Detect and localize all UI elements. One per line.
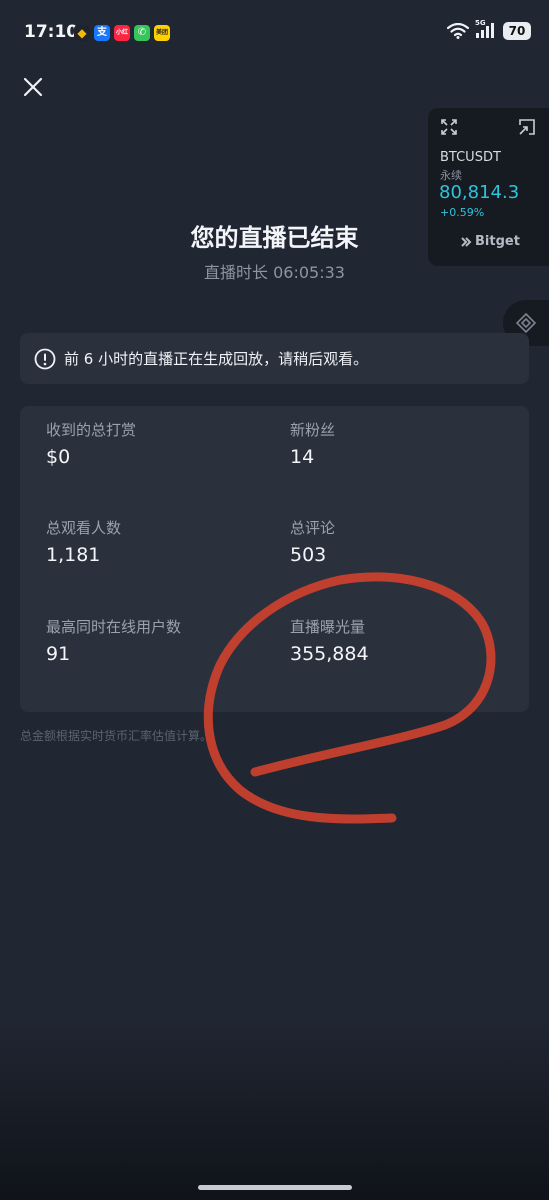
stat-label: 总观看人数 (46, 519, 122, 537)
stat-label: 总评论 (290, 519, 336, 537)
notification-icons: ◆ 支 小红书 ✆ 美团 (74, 25, 170, 41)
picture-in-picture-icon[interactable] (518, 118, 536, 136)
stat-value: $0 (46, 446, 71, 468)
expand-icon[interactable] (440, 118, 458, 136)
binance-diamond-icon (515, 312, 537, 334)
status-bar: 17:10 ◆ 支 小红书 ✆ 美团 5G 70 (0, 0, 549, 68)
system-icons: 5G 70 (447, 19, 531, 40)
stat-value: 14 (290, 446, 315, 468)
stat-value: 355,884 (290, 643, 369, 665)
ticker-symbol: BTCUSDT (440, 150, 501, 165)
info-icon (34, 348, 56, 369)
stat-label: 最高同时在线用户数 (46, 618, 182, 636)
close-button[interactable] (18, 72, 48, 102)
home-indicator[interactable] (198, 1185, 352, 1190)
currency-footnote: 总金额根据实时货币汇率估值计算。 (20, 729, 213, 743)
stat-value: 1,181 (46, 544, 101, 566)
ticker-price: 80,814.3 (439, 182, 520, 203)
stat-label: 新粉丝 (290, 421, 336, 439)
stat-label: 收到的总打赏 (46, 421, 137, 439)
background-fade (0, 1020, 549, 1200)
page-title: 您的直播已结束 (190, 224, 359, 252)
stat-value: 503 (290, 544, 327, 566)
notice-text: 前 6 小时的直播正在生成回放，请稍后观看。 (64, 350, 369, 368)
stat-new-followers: 新粉丝 14 (290, 420, 510, 469)
wifi-icon (447, 23, 469, 39)
stat-value: 91 (46, 643, 71, 665)
meituan-icon: 美团 (154, 25, 170, 41)
stat-total-gifts: 收到的总打赏 $0 (46, 420, 266, 469)
close-icon (23, 77, 43, 97)
xiaohongshu-icon: 小红书 (114, 25, 130, 41)
stat-impressions: 直播曝光量 355,884 (290, 617, 510, 666)
stats-panel: 收到的总打赏 $0 新粉丝 14 总观看人数 1,181 总评论 503 最高同… (20, 406, 529, 712)
live-duration: 直播时长 06:05:33 (204, 263, 345, 282)
binance-icon: ◆ (74, 25, 90, 41)
status-time: 17:10 (24, 22, 79, 42)
stat-total-viewers: 总观看人数 1,181 (46, 518, 266, 567)
stat-peak-concurrent: 最高同时在线用户数 91 (46, 617, 266, 666)
stat-label: 直播曝光量 (290, 618, 366, 636)
replay-notice: 前 6 小时的直播正在生成回放，请稍后观看。 (20, 333, 529, 384)
phone-icon: ✆ (134, 25, 150, 41)
ticker-contract-type: 永续 (440, 169, 462, 182)
battery-indicator: 70 (503, 22, 531, 40)
stat-total-comments: 总评论 503 (290, 518, 510, 567)
alipay-icon: 支 (94, 25, 110, 41)
cellular-signal-icon: 5G (475, 19, 497, 40)
